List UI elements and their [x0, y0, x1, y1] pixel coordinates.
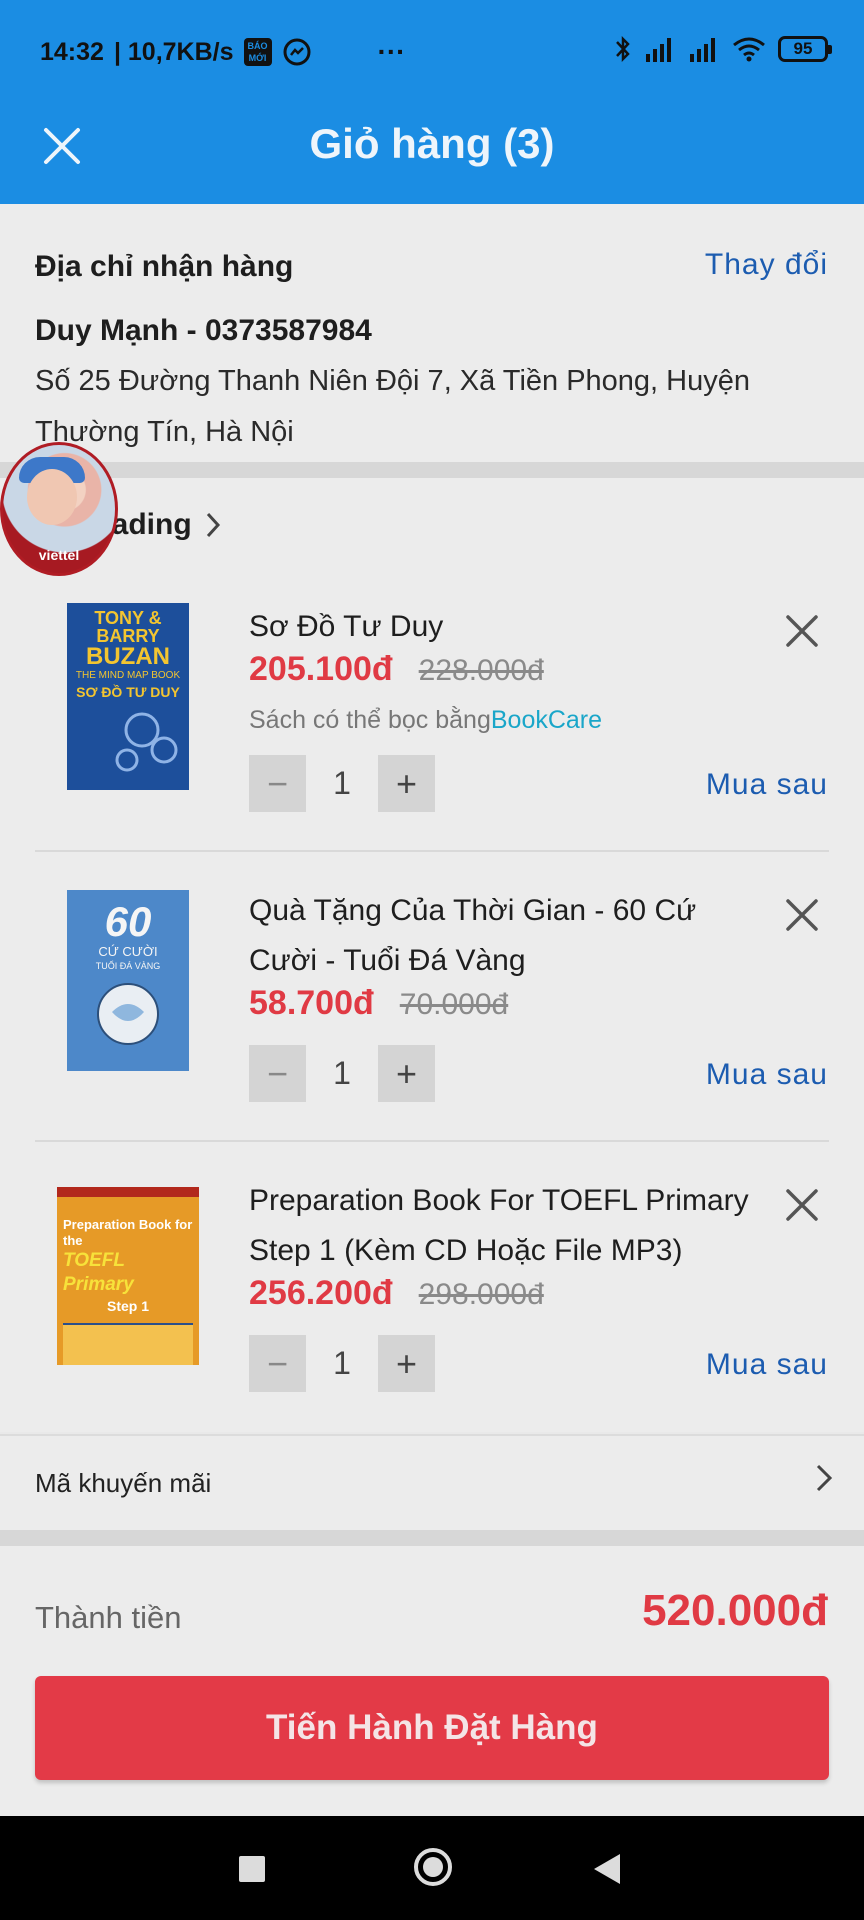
back-icon[interactable]: [594, 1854, 620, 1884]
buy-later-button[interactable]: Mua sau: [706, 768, 828, 802]
quantity-stepper: − 1 +: [249, 1335, 435, 1392]
price-row: 256.200đ 298.000đ: [249, 1274, 544, 1313]
remove-item-icon[interactable]: [784, 1187, 820, 1223]
shop-row[interactable]: rading: [100, 508, 222, 542]
increase-qty-button[interactable]: +: [378, 1335, 435, 1392]
buy-later-button[interactable]: Mua sau: [706, 1058, 828, 1092]
avatar-face: [27, 469, 77, 525]
avatar-brand-text: viettel: [38, 547, 80, 563]
bookcare-link[interactable]: BookCare: [491, 706, 602, 734]
bao-moi-icon: BÁO MỚI: [243, 38, 272, 66]
signal-icon: [690, 38, 715, 62]
network-speed: | 10,7KB/s: [113, 37, 234, 66]
cover-text: CỨ CƯỜI: [98, 944, 158, 959]
item-old-price: 298.000đ: [418, 1278, 544, 1311]
quantity-stepper: − 1 +: [249, 755, 435, 812]
cover-text: TOEFL Primary: [63, 1250, 134, 1295]
chevron-right-icon: [816, 1464, 833, 1492]
item-price: 256.200đ: [249, 1274, 393, 1312]
increase-qty-button[interactable]: +: [378, 1045, 435, 1102]
more-icon: ···: [377, 36, 406, 67]
status-time: 14:32: [40, 37, 104, 66]
section-separator: [0, 462, 864, 478]
book-cover-image: TONY & BARRY BUZAN THE MIND MAP BOOK SƠ …: [67, 603, 189, 790]
recipient-name-phone: Duy Mạnh - 0373587984: [35, 314, 372, 347]
floating-avatar[interactable]: viettel: [0, 442, 118, 576]
status-right: 95: [614, 34, 832, 64]
item-title[interactable]: Quà Tặng Của Thời Gian - 60 Cứ Cười - Tu…: [249, 886, 769, 986]
battery-icon: 95: [778, 36, 832, 62]
cart-items-section: rading TONY & BARRY BUZAN THE MIND MAP B…: [0, 478, 864, 1432]
price-row: 205.100đ 228.000đ: [249, 650, 544, 689]
quantity-value: 1: [333, 1345, 351, 1381]
promo-code-label: Mã khuyến mãi: [35, 1468, 212, 1498]
decrease-qty-button[interactable]: −: [249, 1045, 306, 1102]
quantity-value: 1: [333, 1055, 351, 1091]
book-cover-image: 60 CỨ CƯỜI TUỔI ĐÁ VÀNG: [67, 890, 189, 1071]
home-icon[interactable]: [414, 1848, 452, 1886]
page-title: Giỏ hàng (3): [309, 120, 555, 167]
promo-code-row[interactable]: Mã khuyến mãi: [0, 1434, 864, 1532]
quantity-value: 1: [333, 765, 351, 801]
delivery-address: Địa chỉ nhận hàng Thay đổi Duy Mạnh - 03…: [0, 204, 864, 462]
decrease-qty-button[interactable]: −: [249, 1335, 306, 1392]
wifi-icon: [733, 37, 765, 62]
cover-decoration: [115, 712, 178, 772]
change-address-link[interactable]: Thay đổi: [705, 248, 828, 282]
price-row: 58.700đ 70.000đ: [249, 984, 508, 1023]
increase-qty-button[interactable]: +: [378, 755, 435, 812]
cover-text: TONY &: [94, 608, 162, 628]
order-total-section: Thành tiền 520.000đ Tiến Hành Đặt Hàng: [0, 1546, 864, 1816]
item-old-price: 70.000đ: [399, 988, 509, 1021]
recent-apps-icon[interactable]: [239, 1856, 265, 1882]
header: Giỏ hàng (3): [0, 102, 864, 204]
cover-text: TUỔI ĐÁ VÀNG: [95, 961, 161, 971]
system-nav-bar: [0, 1816, 864, 1920]
cover-text: BUZAN: [86, 643, 170, 670]
item-title[interactable]: Sơ Đồ Tư Duy: [249, 602, 769, 652]
quantity-stepper: − 1 +: [249, 1045, 435, 1102]
status-left: 14:32 | 10,7KB/s BÁO MỚI ···: [40, 36, 406, 68]
signal-icon: [646, 38, 671, 62]
cover-illustration: [97, 983, 159, 1045]
item-old-price: 228.000đ: [418, 654, 544, 687]
section-separator: [0, 1530, 864, 1546]
item-divider: [35, 850, 829, 852]
cover-text: THE MIND MAP BOOK: [75, 670, 181, 681]
chevron-right-icon: [206, 512, 220, 538]
book-cover-image: Preparation Book for the TOEFL Primary S…: [57, 1187, 199, 1365]
checkout-button[interactable]: Tiến Hành Đặt Hàng: [35, 1676, 829, 1780]
cover-text: Step 1: [106, 1298, 149, 1314]
item-price: 205.100đ: [249, 650, 393, 688]
remove-item-icon[interactable]: [784, 613, 820, 649]
item-price: 58.700đ: [249, 984, 374, 1022]
remove-item-icon[interactable]: [784, 897, 820, 933]
item-divider: [35, 1140, 829, 1142]
address-label: Địa chỉ nhận hàng: [35, 250, 294, 283]
total-value: 520.000đ: [642, 1586, 828, 1635]
buy-later-button[interactable]: Mua sau: [706, 1348, 828, 1382]
status-bar: 14:32 | 10,7KB/s BÁO MỚI ··· 95: [0, 0, 864, 102]
decrease-qty-button[interactable]: −: [249, 755, 306, 812]
cover-band: [63, 1323, 193, 1365]
cover-text: Preparation Book for the: [63, 1217, 193, 1248]
messenger-icon: [283, 38, 311, 66]
item-title[interactable]: Preparation Book For TOEFL Primary Step …: [249, 1176, 769, 1276]
address-line: Số 25 Đường Thanh Niên Đội 7, Xã Tiền Ph…: [35, 365, 751, 448]
cover-text: SƠ ĐỒ TƯ DUY: [76, 684, 180, 700]
bluetooth-icon: [616, 35, 630, 63]
bookcare-prefix: Sách có thể bọc bằng: [249, 706, 491, 734]
cover-text: 60: [104, 898, 152, 945]
total-label: Thành tiền: [35, 1600, 182, 1635]
bookcare-note: Sách có thể bọc bằngBookCare: [249, 706, 602, 735]
